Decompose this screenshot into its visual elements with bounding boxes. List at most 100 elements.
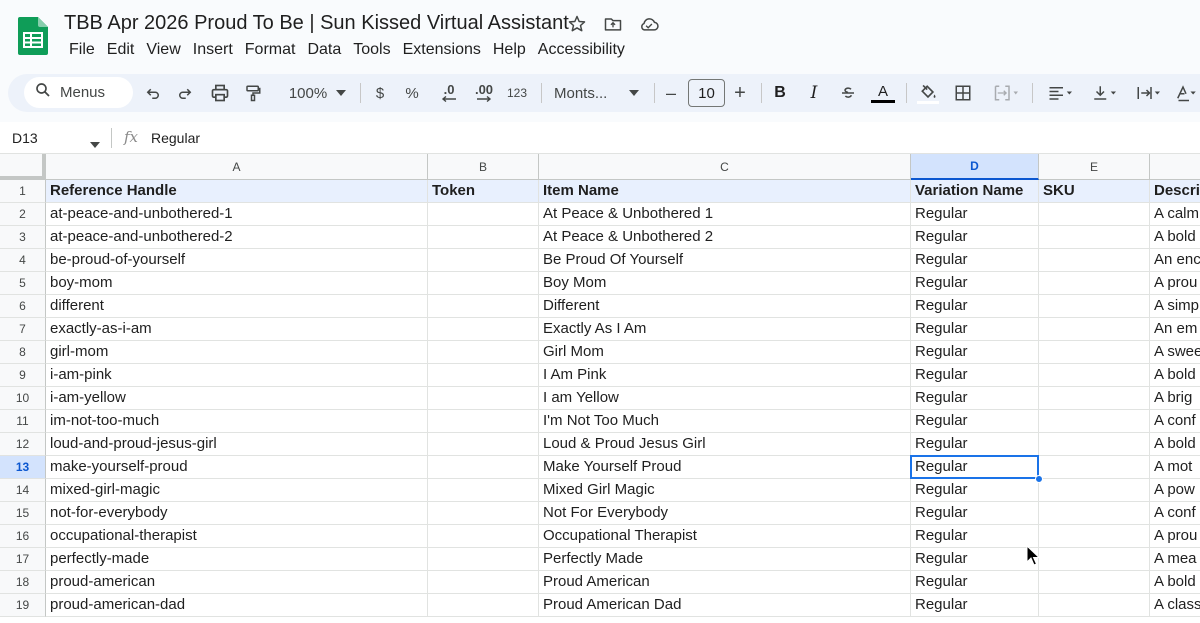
column-header-a[interactable]: A — [46, 154, 428, 180]
fill-color-icon[interactable] — [916, 74, 940, 112]
table-cell[interactable] — [1039, 594, 1150, 617]
row-header[interactable]: 7 — [0, 318, 46, 341]
table-cell[interactable] — [428, 410, 539, 433]
table-cell[interactable] — [1039, 295, 1150, 318]
table-cell[interactable]: Occupational Therapist — [539, 525, 911, 548]
row-header[interactable]: 8 — [0, 341, 46, 364]
table-cell[interactable] — [1039, 548, 1150, 571]
currency-format-button[interactable]: $ — [370, 74, 390, 112]
column-header-f[interactable] — [1150, 154, 1200, 180]
table-cell[interactable]: A conf — [1150, 410, 1200, 433]
table-cell[interactable]: I am Yellow — [539, 387, 911, 410]
row-header[interactable]: 15 — [0, 502, 46, 525]
table-cell[interactable]: Regular — [911, 387, 1039, 410]
menu-extensions[interactable]: Extensions — [397, 40, 487, 60]
table-cell[interactable]: Regular — [911, 272, 1039, 295]
menu-view[interactable]: View — [140, 40, 186, 60]
table-cell[interactable]: A prou — [1150, 525, 1200, 548]
table-cell[interactable] — [428, 295, 539, 318]
table-cell[interactable]: A bold — [1150, 364, 1200, 387]
table-cell[interactable]: A pow — [1150, 479, 1200, 502]
menu-file[interactable]: File — [63, 40, 101, 60]
row-header[interactable]: 5 — [0, 272, 46, 295]
font-size-input[interactable]: 10 — [688, 79, 725, 107]
menu-format[interactable]: Format — [239, 40, 302, 60]
decrease-font-size-button[interactable]: – — [661, 74, 681, 112]
row-header[interactable]: 11 — [0, 410, 46, 433]
row-header[interactable]: 10 — [0, 387, 46, 410]
table-cell[interactable] — [428, 364, 539, 387]
table-cell[interactable]: Regular — [911, 548, 1039, 571]
row-header[interactable]: 17 — [0, 548, 46, 571]
table-cell[interactable] — [1039, 341, 1150, 364]
table-cell[interactable]: Mixed Girl Magic — [539, 479, 911, 502]
table-cell[interactable]: Perfectly Made — [539, 548, 911, 571]
table-cell[interactable]: Regular — [911, 479, 1039, 502]
menu-edit[interactable]: Edit — [101, 40, 141, 60]
menu-accessibility[interactable]: Accessibility — [532, 40, 631, 60]
merge-cells-icon[interactable] — [986, 74, 1026, 112]
table-cell[interactable]: I Am Pink — [539, 364, 911, 387]
table-cell[interactable]: A brig — [1150, 387, 1200, 410]
table-cell[interactable] — [1039, 203, 1150, 226]
column-title-cell[interactable]: SKU — [1039, 180, 1150, 203]
table-cell[interactable]: At Peace & Unbothered 1 — [539, 203, 911, 226]
table-cell[interactable]: A simp — [1150, 295, 1200, 318]
table-cell[interactable]: Regular — [911, 433, 1039, 456]
increase-decimal-button[interactable]: .00 — [470, 74, 498, 112]
table-cell[interactable] — [428, 502, 539, 525]
table-cell[interactable]: not-for-everybody — [46, 502, 428, 525]
table-cell[interactable]: A bold — [1150, 226, 1200, 249]
table-cell[interactable] — [1039, 502, 1150, 525]
table-cell[interactable]: A class — [1150, 594, 1200, 617]
table-cell[interactable] — [1039, 456, 1150, 479]
table-cell[interactable] — [1039, 364, 1150, 387]
column-title-cell[interactable]: Variation Name — [911, 180, 1039, 203]
table-cell[interactable] — [428, 548, 539, 571]
table-cell[interactable]: A bold — [1150, 433, 1200, 456]
row-header[interactable]: 12 — [0, 433, 46, 456]
table-cell[interactable]: An enc — [1150, 249, 1200, 272]
table-cell[interactable]: Boy Mom — [539, 272, 911, 295]
table-cell[interactable] — [1039, 410, 1150, 433]
table-cell[interactable]: Regular — [911, 341, 1039, 364]
table-cell[interactable]: Regular — [911, 226, 1039, 249]
table-cell[interactable]: at-peace-and-unbothered-2 — [46, 226, 428, 249]
document-title[interactable]: TBB Apr 2026 Proud To Be | Sun Kissed Vi… — [64, 12, 569, 35]
column-title-cell[interactable]: Token — [428, 180, 539, 203]
table-cell[interactable] — [428, 387, 539, 410]
table-cell[interactable]: Regular — [911, 203, 1039, 226]
row-header[interactable]: 16 — [0, 525, 46, 548]
chevron-down-icon[interactable] — [90, 135, 100, 153]
table-cell[interactable]: make-yourself-proud — [46, 456, 428, 479]
table-cell[interactable]: Different — [539, 295, 911, 318]
redo-icon[interactable] — [174, 74, 196, 112]
row-header[interactable]: 14 — [0, 479, 46, 502]
row-header[interactable]: 6 — [0, 295, 46, 318]
table-cell[interactable]: loud-and-proud-jesus-girl — [46, 433, 428, 456]
paint-format-icon[interactable] — [242, 74, 264, 112]
table-cell[interactable] — [428, 525, 539, 548]
table-cell[interactable]: At Peace & Unbothered 2 — [539, 226, 911, 249]
table-cell[interactable] — [1039, 272, 1150, 295]
table-cell[interactable]: Regular — [911, 525, 1039, 548]
table-cell[interactable]: A bold — [1150, 571, 1200, 594]
table-cell[interactable] — [428, 318, 539, 341]
chevron-down-icon[interactable] — [334, 74, 348, 112]
table-cell[interactable]: Not For Everybody — [539, 502, 911, 525]
formula-input[interactable]: Regular — [151, 130, 200, 146]
table-cell[interactable]: be-proud-of-yourself — [46, 249, 428, 272]
table-cell[interactable] — [428, 272, 539, 295]
table-cell[interactable]: A calm — [1150, 203, 1200, 226]
borders-icon[interactable] — [951, 74, 975, 112]
table-cell[interactable]: Regular — [911, 502, 1039, 525]
table-cell[interactable] — [1039, 387, 1150, 410]
table-cell[interactable] — [428, 249, 539, 272]
table-cell[interactable] — [428, 203, 539, 226]
table-cell[interactable]: Regular — [911, 571, 1039, 594]
table-cell[interactable]: at-peace-and-unbothered-1 — [46, 203, 428, 226]
row-header[interactable]: 1 — [0, 180, 46, 203]
number-format-button[interactable]: 123 — [504, 74, 530, 112]
star-icon[interactable] — [566, 13, 588, 35]
zoom-select[interactable]: 100% — [278, 74, 338, 112]
